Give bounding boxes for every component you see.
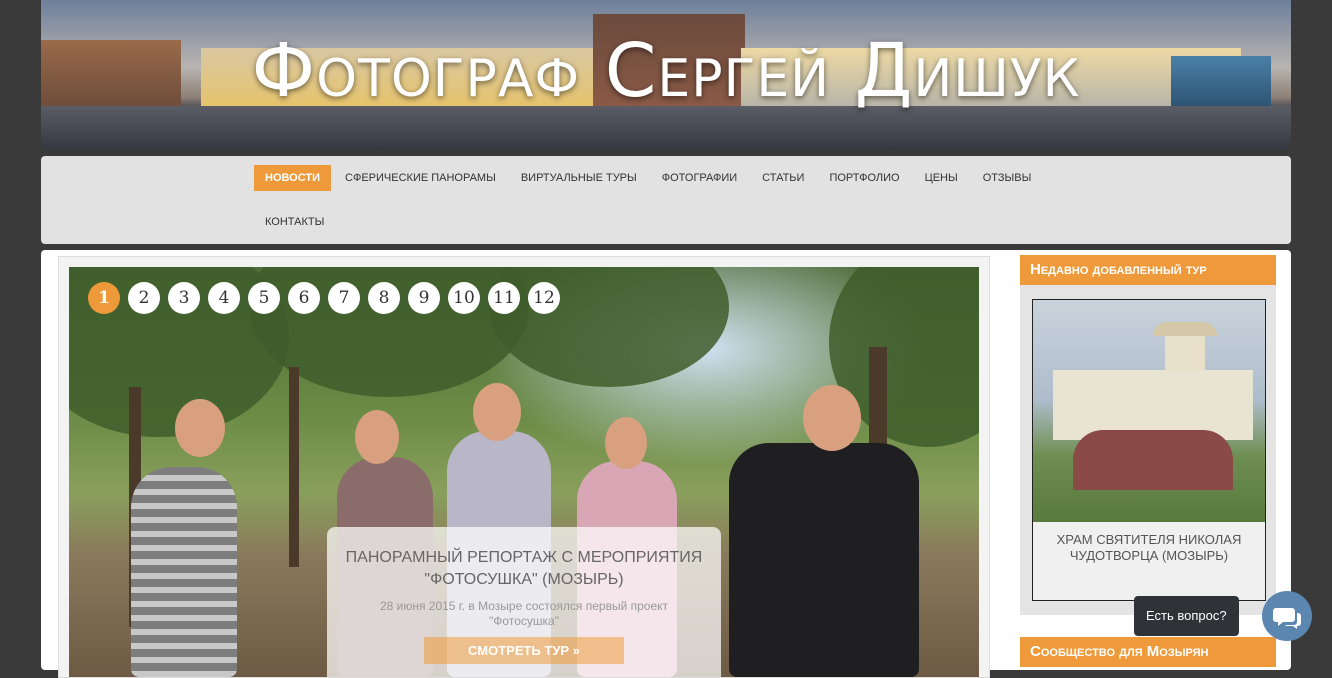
community-heading: Сообщество для Мозырян bbox=[1020, 637, 1276, 667]
slide-title[interactable]: Панорамный репортаж с мероприятия "Фотос… bbox=[327, 547, 721, 591]
slide-description: 28 июня 2015 г. в Мозыре состоялся первы… bbox=[379, 599, 669, 628]
slider-page-8[interactable]: 8 bbox=[368, 282, 400, 314]
nav-item-articles[interactable]: Статьи bbox=[751, 165, 815, 191]
scene-head bbox=[605, 417, 647, 469]
recent-tour-card[interactable]: Храм святителя Николая Чудотворца (Мозыр… bbox=[1032, 299, 1266, 601]
chat-bubbles-icon bbox=[1273, 608, 1301, 629]
slider-page-2[interactable]: 2 bbox=[128, 282, 160, 314]
slider-page-3[interactable]: 3 bbox=[168, 282, 200, 314]
slider-page-4[interactable]: 4 bbox=[208, 282, 240, 314]
slider-pagination: 1 2 3 4 5 6 7 8 9 10 11 12 bbox=[88, 282, 560, 314]
nav-item-panoramas[interactable]: Сферические панорамы bbox=[334, 165, 507, 191]
main-nav: Новости Сферические панорамы Виртуальные… bbox=[41, 156, 1291, 244]
slider-page-5[interactable]: 5 bbox=[248, 282, 280, 314]
view-tour-button[interactable]: Смотреть тур » bbox=[424, 637, 624, 664]
slider-page-9[interactable]: 9 bbox=[408, 282, 440, 314]
nav-item-news[interactable]: Новости bbox=[254, 165, 332, 191]
slider-page-1[interactable]: 1 bbox=[88, 282, 120, 314]
thumbnail-gate bbox=[1073, 430, 1233, 490]
scene-person bbox=[131, 467, 237, 677]
nav-item-portfolio[interactable]: Портфолио bbox=[818, 165, 910, 191]
slider-frame: 1 2 3 4 5 6 7 8 9 10 11 12 Панорамный ре… bbox=[58, 256, 990, 678]
tour-thumbnail[interactable] bbox=[1033, 300, 1265, 522]
nav-item-photos[interactable]: Фотографии bbox=[651, 165, 748, 191]
slider-page-6[interactable]: 6 bbox=[288, 282, 320, 314]
chat-button[interactable] bbox=[1262, 591, 1312, 641]
slider-page-7[interactable]: 7 bbox=[328, 282, 360, 314]
scene-head bbox=[803, 385, 861, 451]
scene-head bbox=[355, 410, 399, 464]
tour-title[interactable]: Храм святителя Николая Чудотворца (Мозыр… bbox=[1033, 522, 1265, 600]
scene-head bbox=[473, 383, 521, 441]
recent-tour-heading: Недавно добавленный тур bbox=[1020, 255, 1276, 285]
header-banner: Фотограф Сергей Дишук bbox=[41, 0, 1291, 150]
content-area: 1 2 3 4 5 6 7 8 9 10 11 12 Панорамный ре… bbox=[41, 250, 1291, 678]
featured-slider[interactable]: 1 2 3 4 5 6 7 8 9 10 11 12 Панорамный ре… bbox=[69, 267, 979, 677]
thumbnail-tower-roof bbox=[1153, 322, 1217, 336]
scene-person bbox=[729, 443, 919, 677]
scene-trunk bbox=[289, 367, 299, 567]
nav-item-reviews[interactable]: Отзывы bbox=[972, 165, 1043, 191]
scene-head bbox=[175, 399, 225, 457]
slider-page-12[interactable]: 12 bbox=[528, 282, 560, 314]
site-title: Фотограф Сергей Дишук bbox=[251, 28, 1081, 114]
slider-page-10[interactable]: 10 bbox=[448, 282, 480, 314]
slide-caption: Панорамный репортаж с мероприятия "Фотос… bbox=[327, 527, 721, 677]
nav-item-prices[interactable]: Цены bbox=[914, 165, 969, 191]
ask-question-label[interactable]: Есть вопрос? bbox=[1134, 596, 1239, 636]
nav-item-virtual-tours[interactable]: Виртуальные туры bbox=[510, 165, 648, 191]
nav-item-contacts[interactable]: Контакты bbox=[254, 209, 335, 235]
slider-page-11[interactable]: 11 bbox=[488, 282, 520, 314]
